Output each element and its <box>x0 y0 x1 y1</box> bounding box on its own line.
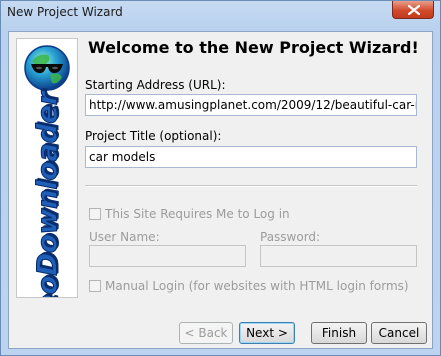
back-button[interactable]: < Back <box>179 322 233 344</box>
project-title-label: Project Title (optional): <box>85 129 222 143</box>
close-button[interactable] <box>392 1 434 19</box>
username-label: User Name: <box>89 230 160 244</box>
login-required-label: This Site Requires Me to Log in <box>105 207 290 221</box>
globe-with-sunglasses-icon <box>24 45 70 91</box>
wizard-content: NeoDownloader Welcome to the New Project… <box>8 31 433 349</box>
cancel-button[interactable]: Cancel <box>371 322 427 344</box>
brand-banner: NeoDownloader <box>16 38 78 298</box>
address-label: Starting Address (URL): <box>85 78 226 92</box>
username-input[interactable] <box>89 245 246 267</box>
project-title-input[interactable]: car models <box>85 146 417 168</box>
next-button[interactable]: Next > <box>239 322 295 344</box>
separator <box>85 185 417 187</box>
address-input[interactable]: http://www.amusingplanet.com/2009/12/bea… <box>85 94 417 116</box>
wizard-window: New Project Wizard NeoDownloader Welcome… <box>0 0 441 356</box>
password-input[interactable] <box>260 245 417 267</box>
title-bar[interactable]: New Project Wizard <box>1 1 440 25</box>
manual-login-label: Manual Login (for websites with HTML log… <box>105 279 409 293</box>
manual-login-checkbox[interactable] <box>89 280 101 292</box>
finish-button[interactable]: Finish <box>311 322 367 344</box>
brand-text: NeoDownloader <box>30 91 64 298</box>
page-title: Welcome to the New Project Wizard! <box>88 38 419 57</box>
login-required-checkbox[interactable] <box>89 208 101 220</box>
close-icon <box>408 5 420 15</box>
password-label: Password: <box>260 230 321 244</box>
window-title: New Project Wizard <box>7 5 123 19</box>
